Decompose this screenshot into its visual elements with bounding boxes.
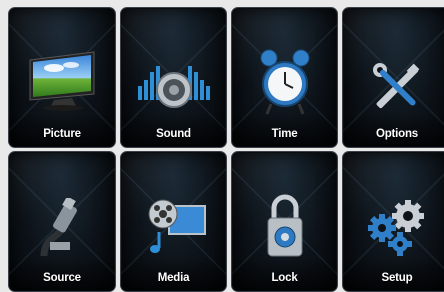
gears-icon	[368, 200, 424, 256]
hdmi-cable-icon	[40, 198, 77, 257]
menu-tile-lock[interactable]: Lock	[231, 151, 338, 292]
menu-tile-label: Time	[271, 128, 298, 140]
menu-tile-label: Setup	[381, 272, 413, 284]
menu-tile-setup[interactable]: Setup	[342, 151, 444, 292]
menu-tile-sound[interactable]: Sound	[120, 7, 227, 148]
menu-tile-label: Source	[43, 272, 81, 284]
menu-tile-label: Options	[375, 128, 419, 140]
film-reel-icon	[148, 199, 206, 253]
menu-tile-time[interactable]: Time	[231, 7, 338, 148]
menu-tile-media[interactable]: Media	[120, 151, 227, 292]
menu-tile-source[interactable]: Source	[8, 151, 116, 292]
menu-tile-options[interactable]: Options	[342, 7, 444, 148]
menu-tile-label: Picture	[43, 128, 81, 140]
menu-tile-picture[interactable]: Picture	[8, 7, 116, 148]
menu-tile-label: Lock	[271, 272, 298, 284]
alarm-clock-icon	[260, 49, 309, 115]
tools-icon	[373, 63, 420, 109]
tv-icon	[29, 51, 95, 111]
menu-tile-label: Media	[157, 272, 190, 284]
padlock-icon	[267, 194, 302, 257]
menu-tile-label: Sound	[156, 128, 191, 140]
speaker-icon	[137, 66, 210, 108]
